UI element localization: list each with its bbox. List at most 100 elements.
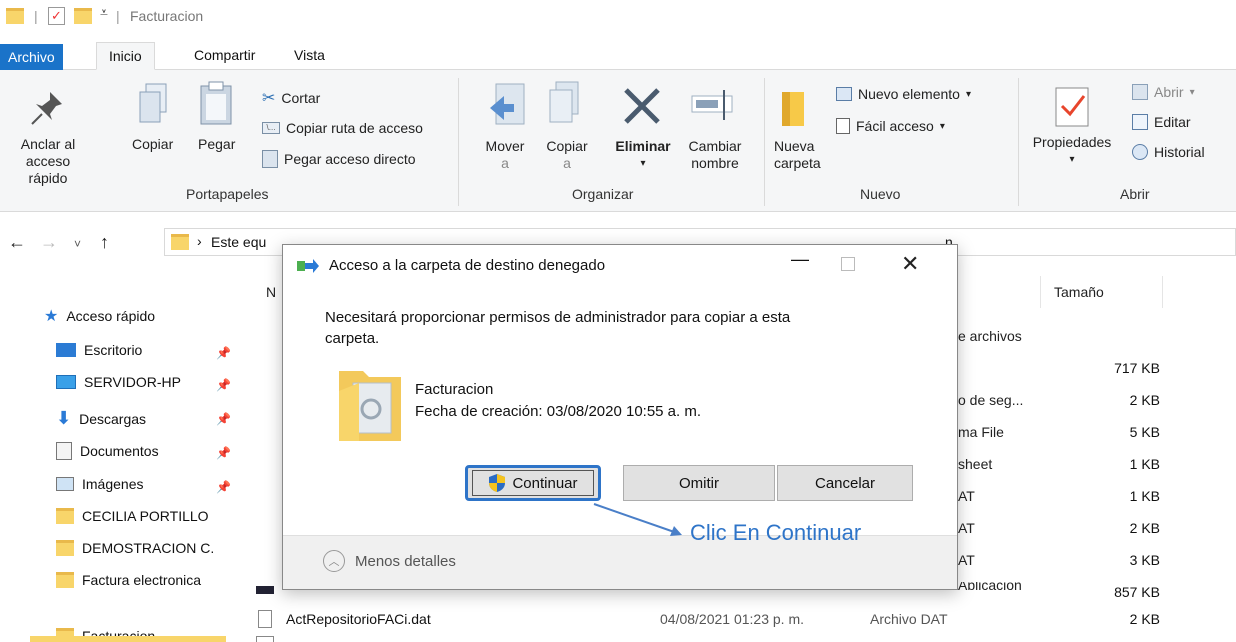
sidebar-item-label: Imágenes xyxy=(82,476,144,492)
chevron-down-icon: ▾ xyxy=(1069,154,1075,165)
sidebar-item-servidor-hp[interactable]: SERVIDOR-HP xyxy=(56,374,181,390)
properties-button[interactable]: Propiedades ▾ xyxy=(1024,134,1120,168)
sidebar-item-label: Factura electronica xyxy=(82,572,202,588)
sidebar-item-imagenes[interactable]: Imágenes xyxy=(56,476,143,492)
maximize-button[interactable] xyxy=(841,257,855,271)
file-type: e archivos xyxy=(958,328,1022,344)
file-size: 3 KB xyxy=(1129,552,1160,568)
chevron-down-icon: ▾ xyxy=(965,88,971,100)
back-arrow-icon[interactable]: ← xyxy=(8,232,26,253)
group-abrir: Abrir xyxy=(1120,186,1150,202)
cancel-button[interactable]: Cancelar xyxy=(777,465,913,501)
copy-path-button[interactable]: \... Copiar ruta de acceso xyxy=(262,120,423,136)
move-to-button[interactable]: Mover a xyxy=(480,138,530,172)
folder-icon xyxy=(56,572,74,588)
file-type: Archivo DAT xyxy=(870,611,948,627)
properties-icon xyxy=(1055,87,1089,127)
sidebar-item-quick-access[interactable]: ★ Acceso rápido xyxy=(44,306,155,326)
paste-shortcut-label: Pegar acceso directo xyxy=(284,151,416,167)
delete-button[interactable]: Eliminar ▾ xyxy=(612,138,674,172)
new-folder-icon xyxy=(782,92,804,126)
sidebar-item-factura-electronica[interactable]: Factura electronica xyxy=(56,572,201,588)
chevron-down-icon: ▾ xyxy=(939,120,945,132)
file-size: 1 KB xyxy=(1129,488,1160,504)
sidebar-item-descargas[interactable]: ⬇ Descargas xyxy=(56,408,146,429)
title-bar: | ✓ ⩡ | Facturacion xyxy=(0,0,1236,34)
new-folder-label-1: Nueva xyxy=(774,138,815,154)
tab-vista[interactable]: Vista xyxy=(282,42,337,70)
column-divider xyxy=(1162,276,1163,308)
edit-button[interactable]: Editar xyxy=(1132,114,1191,130)
chevron-up-icon: ︿ xyxy=(323,550,345,572)
sidebar-item-demostracion[interactable]: DEMOSTRACION C. xyxy=(56,540,280,556)
continue-button-inner: Continuar xyxy=(472,470,594,496)
pin-quick-access-button[interactable]: Anclar al acceso rápido xyxy=(6,136,90,187)
rename-button[interactable]: Cambiar nombre xyxy=(680,138,750,172)
item-name: Facturacion xyxy=(415,381,494,398)
group-portapapeles: Portapapeles xyxy=(186,186,269,202)
chevron-down-icon[interactable]: ˅ xyxy=(74,237,81,251)
file-size: 857 KB xyxy=(1114,584,1160,600)
copy-to-button[interactable]: Copiar a xyxy=(542,138,592,172)
copy-to-label-2: a xyxy=(563,155,571,171)
tab-compartir[interactable]: Compartir xyxy=(182,42,267,70)
new-folder-button[interactable]: Nueva carpeta xyxy=(774,138,821,172)
copy-path-label: Copiar ruta de acceso xyxy=(286,120,423,136)
up-arrow-icon[interactable]: ↑ xyxy=(100,232,109,253)
sidebar-item-label: Acceso rápido xyxy=(66,308,156,324)
pin-label-2: acceso rápido xyxy=(25,153,71,186)
dialog-title: Acceso a la carpeta de destino denegado xyxy=(329,257,606,274)
close-button[interactable]: ✕ xyxy=(901,251,919,277)
divider: | xyxy=(34,8,38,24)
file-name: ActRepositorioFACi.dat xyxy=(286,611,431,627)
column-header-name[interactable]: N xyxy=(266,284,276,300)
file-type: o de seg... xyxy=(958,392,1024,408)
copy-to-icon xyxy=(549,81,579,123)
uac-shield-icon xyxy=(489,474,506,492)
address-path: Este equ xyxy=(211,234,267,250)
tab-archivo[interactable]: Archivo xyxy=(0,44,63,70)
tab-inicio[interactable]: Inicio xyxy=(96,42,155,70)
pin-icon: 📌 xyxy=(216,346,231,360)
table-row[interactable]: ActRepositorioFACi.dat 04/08/2021 01:23 … xyxy=(256,608,1160,634)
minimize-button[interactable]: — xyxy=(791,249,809,270)
copy-to-label-1: Copiar xyxy=(546,138,588,154)
easy-access-button[interactable]: Fácil acceso ▾ xyxy=(836,118,945,134)
customize-quick-access-icon[interactable]: ⩡ xyxy=(100,4,108,21)
divider xyxy=(764,78,765,206)
image-icon xyxy=(56,477,74,491)
open-button[interactable]: Abrir ▾ xyxy=(1132,84,1195,100)
file-type: AT xyxy=(958,552,975,568)
paste-shortcut-button[interactable]: Pegar acceso directo xyxy=(262,150,416,168)
dialog-message: Necesitará proporcionar permisos de admi… xyxy=(325,307,790,349)
edit-icon xyxy=(1132,114,1148,130)
copy-button[interactable]: Copiar xyxy=(132,136,173,153)
sidebar-item-documentos[interactable]: Documentos xyxy=(56,442,159,460)
pin-icon xyxy=(31,92,62,125)
column-header-size[interactable]: Tamaño xyxy=(1054,284,1104,300)
history-button[interactable]: Historial xyxy=(1132,144,1205,160)
sidebar-item-cecilia-portillo[interactable]: CECILIA PORTILLO xyxy=(56,508,209,524)
group-nuevo: Nuevo xyxy=(860,186,901,202)
file-size: 2 KB xyxy=(1129,611,1160,627)
properties-quick-icon[interactable]: ✓ xyxy=(48,7,65,25)
folder-icon xyxy=(6,8,24,24)
paste-button[interactable]: Pegar xyxy=(198,136,235,153)
less-details-toggle[interactable]: ︿ Menos detalles xyxy=(323,550,456,572)
divider xyxy=(458,78,459,206)
newfolder-quick-icon[interactable] xyxy=(74,8,92,24)
pin-icon: 📌 xyxy=(216,412,231,426)
skip-button[interactable]: Omitir xyxy=(623,465,775,501)
monitor-icon xyxy=(56,375,76,389)
easy-access-label: Fácil acceso xyxy=(856,118,934,134)
sidebar-item-escritorio[interactable]: Escritorio xyxy=(56,342,142,358)
continue-button[interactable]: Continuar xyxy=(465,465,601,501)
star-icon: ★ xyxy=(44,308,59,325)
delete-x-icon xyxy=(624,88,660,124)
file-size: 2 KB xyxy=(1129,392,1160,408)
cut-button[interactable]: ✂ Cortar xyxy=(262,88,320,108)
continue-label: Continuar xyxy=(512,474,578,492)
forward-arrow-icon[interactable]: → xyxy=(40,232,58,253)
new-item-button[interactable]: Nuevo elemento ▾ xyxy=(836,86,971,102)
folder-icon xyxy=(56,540,74,556)
